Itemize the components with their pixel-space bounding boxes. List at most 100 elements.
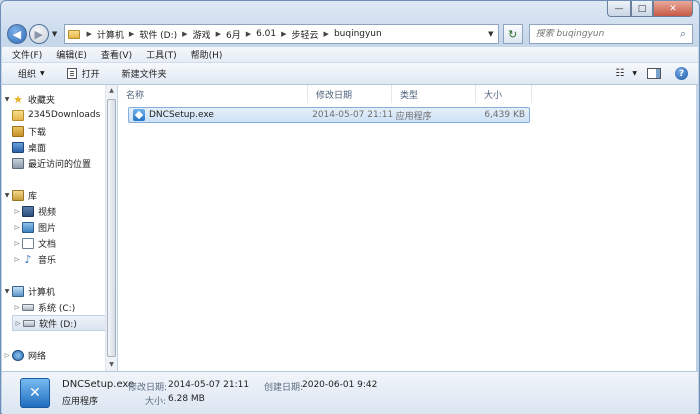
- file-name: DNCSetup.exe: [149, 110, 214, 120]
- view-dropdown[interactable]: ▼: [632, 70, 637, 77]
- menu-help[interactable]: 帮助(H): [191, 48, 223, 61]
- breadcrumb-june[interactable]: 6月: [226, 28, 241, 41]
- breadcrumb-games[interactable]: 游戏: [193, 28, 211, 41]
- nav-favorites[interactable]: ▼ ★ 收藏夹: [2, 91, 106, 107]
- recent-places-icon: [12, 157, 24, 169]
- maximize-button[interactable]: □: [631, 1, 653, 17]
- minimize-button[interactable]: —: [607, 1, 631, 17]
- application-icon: [133, 109, 145, 121]
- expand-icon[interactable]: ▼: [2, 192, 12, 199]
- column-header-size[interactable]: 大小: [476, 85, 532, 103]
- nav-item-2345downloads[interactable]: 2345Downloads: [12, 107, 115, 123]
- details-file-name: DNCSetup.exe: [62, 379, 135, 390]
- application-icon: [20, 378, 50, 408]
- close-button[interactable]: ✕: [653, 1, 693, 17]
- video-library-icon: [22, 205, 34, 217]
- nav-libraries-label: 库: [28, 191, 38, 202]
- nav-network[interactable]: ▷ 网络: [2, 347, 106, 363]
- folder-icon: [67, 29, 80, 39]
- file-date: 2014-05-07 21:11: [312, 110, 394, 120]
- scroll-up-arrow[interactable]: ▲: [106, 85, 117, 97]
- nav-item-recent-places[interactable]: 最近访问的位置: [12, 155, 115, 171]
- nav-item-label: 下载: [28, 127, 47, 138]
- details-modified-value: 2014-05-07 21:11: [168, 380, 250, 390]
- address-bar[interactable]: ▶ 计算机 ▶ 软件 (D:) ▶ 游戏 ▶ 6月 ▶ 6.01 ▶ 步轻云 ▶…: [63, 24, 499, 44]
- address-dropdown[interactable]: ▼: [484, 30, 498, 38]
- details-size-label: 大小:: [145, 397, 167, 407]
- breadcrumb-6-01[interactable]: 6.01: [256, 29, 276, 39]
- breadcrumb-buqingyun-cn[interactable]: 步轻云: [292, 28, 319, 41]
- breadcrumb-buqingyun[interactable]: buqingyun: [334, 29, 382, 39]
- file-row[interactable]: DNCSetup.exe 2014-05-07 21:11 应用程序 6,439…: [128, 107, 530, 123]
- column-header-type[interactable]: 类型: [392, 85, 476, 103]
- scroll-down-arrow[interactable]: ▼: [106, 359, 117, 371]
- refresh-button[interactable]: ↻: [502, 24, 523, 44]
- new-folder-button[interactable]: 新建文件夹: [122, 67, 167, 80]
- expand-icon[interactable]: ▼: [2, 288, 12, 295]
- chevron-right-icon[interactable]: ▶: [216, 30, 221, 38]
- expand-icon[interactable]: ▷: [2, 352, 12, 359]
- menu-file[interactable]: 文件(F): [12, 48, 42, 61]
- nav-item-label: 桌面: [28, 143, 47, 154]
- navigation-pane: ▼ ★ 收藏夹 2345Downloads 下载 桌面 最近访问的位置 ▼ 库 …: [2, 85, 116, 371]
- open-label: 打开: [81, 70, 100, 80]
- expand-icon[interactable]: ▷: [12, 304, 22, 311]
- nav-item-desktop[interactable]: 桌面: [12, 139, 115, 155]
- drive-icon: [22, 303, 34, 311]
- breadcrumb-computer[interactable]: 计算机: [97, 28, 124, 41]
- preview-pane-icon[interactable]: [647, 68, 661, 79]
- search-icon[interactable]: ⌕: [674, 27, 692, 41]
- chevron-down-icon: ▼: [40, 70, 45, 77]
- nav-item-documents[interactable]: ▷ 文档: [12, 235, 115, 251]
- nav-item-pictures[interactable]: ▷ 图片: [12, 219, 115, 235]
- nav-computer[interactable]: ▼ 计算机: [2, 283, 106, 299]
- details-file-type: 应用程序: [62, 397, 99, 407]
- nav-item-label: 文档: [38, 239, 57, 250]
- expand-icon[interactable]: ▷: [12, 256, 22, 263]
- file-name-cell: DNCSetup.exe: [129, 109, 312, 121]
- library-icon: [12, 189, 24, 201]
- open-button[interactable]: 打开: [66, 67, 100, 80]
- menu-edit[interactable]: 编辑(E): [56, 48, 87, 61]
- menu-tools[interactable]: 工具(T): [146, 48, 177, 61]
- explorer-window: — □ ✕ ◀ ▶ ▼ ▶ 计算机 ▶ 软件 (D:) ▶ 游戏 ▶ 6月 ▶ …: [0, 0, 700, 414]
- scroll-thumb[interactable]: [107, 99, 116, 357]
- expand-icon[interactable]: ▷: [13, 320, 23, 327]
- expand-icon[interactable]: ▷: [12, 240, 22, 247]
- chevron-right-icon[interactable]: ▶: [129, 30, 134, 38]
- breadcrumb-drive-d[interactable]: 软件 (D:): [139, 28, 177, 41]
- menu-view[interactable]: 查看(V): [101, 48, 132, 61]
- nav-item-drive-c[interactable]: ▷ 系统 (C:): [12, 299, 115, 315]
- chevron-right-icon[interactable]: ▶: [281, 30, 286, 38]
- nav-libraries[interactable]: ▼ 库: [2, 187, 106, 203]
- expand-icon[interactable]: ▷: [12, 208, 22, 215]
- forward-button[interactable]: ▶: [28, 24, 49, 44]
- search-box[interactable]: ⌕: [528, 24, 693, 44]
- chevron-right-icon[interactable]: ▶: [182, 30, 187, 38]
- recent-pages-dropdown[interactable]: ▼: [50, 30, 60, 38]
- column-header-date[interactable]: 修改日期: [308, 85, 392, 103]
- nav-item-label: 图片: [38, 223, 57, 234]
- expand-icon[interactable]: ▷: [12, 224, 22, 231]
- nav-item-videos[interactable]: ▷ 视频: [12, 203, 115, 219]
- details-pane: DNCSetup.exe 应用程序 修改日期: 2014-05-07 21:11…: [2, 371, 698, 414]
- back-button[interactable]: ◀: [7, 24, 27, 44]
- nav-item-label: 2345Downloads: [28, 110, 101, 120]
- search-input[interactable]: [535, 29, 674, 39]
- nav-scrollbar[interactable]: ▲ ▼: [105, 85, 117, 371]
- help-icon[interactable]: ?: [675, 67, 688, 80]
- chevron-right-icon[interactable]: ▶: [324, 30, 329, 38]
- expand-icon[interactable]: ▼: [2, 96, 12, 103]
- file-list-pane[interactable]: 名称 修改日期 类型 大小 DNCSetup.exe 2014-05-07 21…: [118, 85, 696, 371]
- nav-computer-label: 计算机: [28, 287, 56, 298]
- chevron-right-icon[interactable]: ▶: [87, 30, 92, 38]
- chevron-right-icon[interactable]: ▶: [246, 30, 251, 38]
- organize-button[interactable]: 组织 ▼: [18, 67, 45, 80]
- column-header-name[interactable]: 名称: [118, 85, 308, 103]
- command-bar: 组织 ▼ 打开 新建文件夹 ☷ ▼ ?: [2, 63, 698, 85]
- nav-item-music[interactable]: ▷ ♪ 音乐: [12, 251, 115, 267]
- nav-item-drive-d[interactable]: ▷ 软件 (D:): [12, 315, 115, 331]
- file-type: 应用程序: [395, 111, 432, 122]
- view-options-icon[interactable]: ☷: [615, 68, 624, 79]
- nav-item-downloads[interactable]: 下载: [12, 123, 115, 139]
